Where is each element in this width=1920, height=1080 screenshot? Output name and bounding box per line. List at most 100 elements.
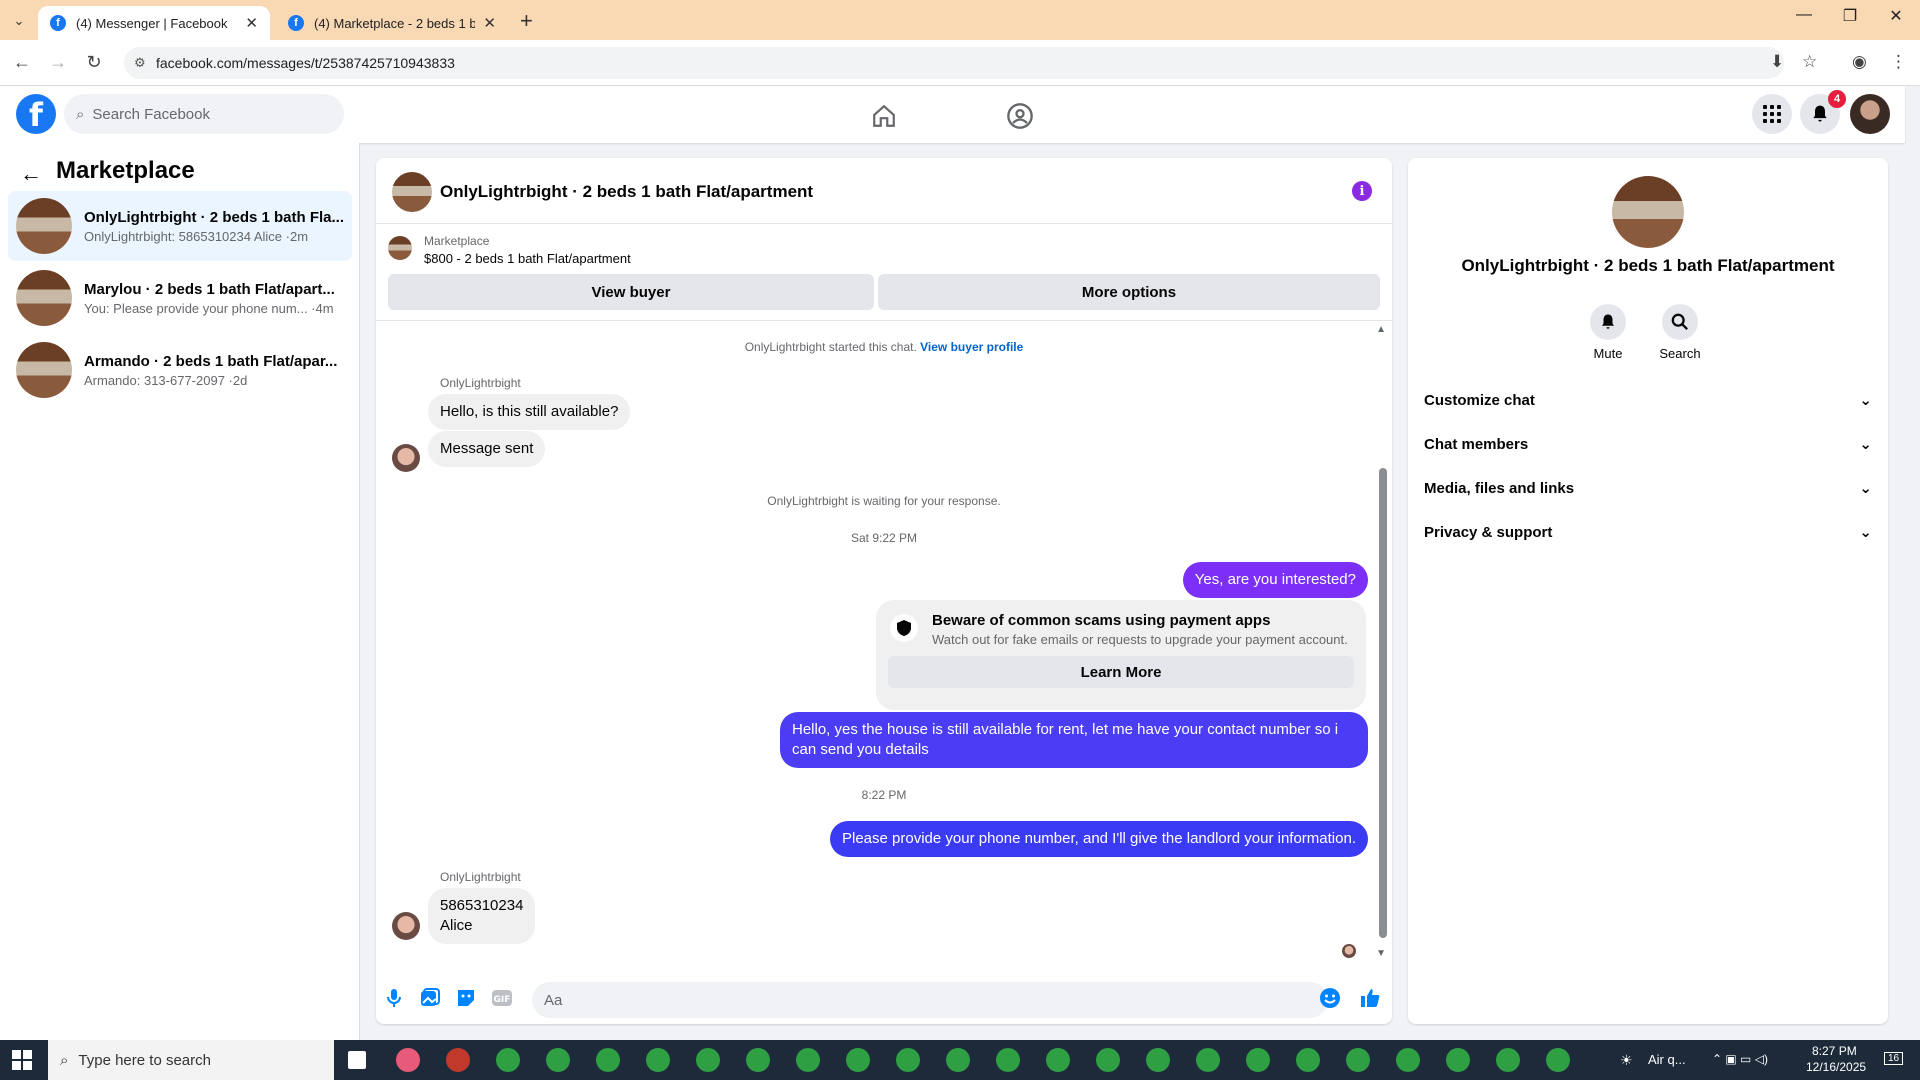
photo-icon[interactable]: [418, 986, 442, 1010]
outgoing-message[interactable]: Yes, are you interested?: [1182, 562, 1368, 598]
chrome-icon[interactable]: [596, 1048, 620, 1072]
incoming-message[interactable]: 5865310234 Alice: [428, 888, 536, 944]
search-action[interactable]: Search: [1650, 304, 1710, 361]
microphone-icon[interactable]: [382, 986, 406, 1010]
tab-marketplace[interactable]: f (4) Marketplace - 2 beds 1 bath ✕: [276, 6, 508, 40]
app-icon[interactable]: [446, 1048, 470, 1072]
tab-messenger[interactable]: f (4) Messenger | Facebook ✕: [38, 6, 270, 40]
emoji-icon[interactable]: [1318, 986, 1342, 1010]
close-window-icon[interactable]: ✕: [1876, 6, 1916, 26]
chrome-icon[interactable]: [1346, 1048, 1370, 1072]
new-tab-icon[interactable]: +: [520, 8, 533, 34]
scroll-down-icon[interactable]: ▼: [1376, 948, 1386, 959]
chrome-icon[interactable]: [546, 1048, 570, 1072]
forward-icon[interactable]: →: [46, 52, 70, 73]
chrome-icon[interactable]: [1496, 1048, 1520, 1072]
incoming-message[interactable]: Message sent: [428, 431, 546, 467]
gif-icon[interactable]: GIF: [490, 986, 514, 1010]
close-tab-icon[interactable]: ✕: [245, 14, 258, 32]
url-field[interactable]: ⚙ facebook.com/messages/t/25387425710943…: [124, 47, 1784, 79]
chrome-icon[interactable]: [696, 1048, 720, 1072]
outgoing-message[interactable]: Please provide your phone number, and I'…: [829, 821, 1368, 857]
media-files-links-section[interactable]: Media, files and links ⌄: [1424, 470, 1872, 506]
weather-icon[interactable]: ☀: [1620, 1052, 1633, 1069]
sender-avatar[interactable]: [392, 912, 420, 940]
taskbar-search-input[interactable]: ⌕ Type here to search: [48, 1040, 334, 1080]
chrome-icon[interactable]: [796, 1048, 820, 1072]
site-info-icon[interactable]: ⚙: [134, 55, 146, 71]
facebook-search-input[interactable]: ⌕ Search Facebook: [64, 94, 344, 134]
chrome-icon[interactable]: [1296, 1048, 1320, 1072]
account-avatar[interactable]: [1850, 94, 1890, 134]
copilot-icon[interactable]: [396, 1048, 420, 1072]
page-title: Marketplace: [56, 157, 195, 184]
groups-icon[interactable]: [1004, 100, 1036, 132]
close-tab-icon[interactable]: ✕: [483, 14, 496, 32]
privacy-support-section[interactable]: Privacy & support ⌄: [1424, 514, 1872, 550]
browser-menu-icon[interactable]: ⋮: [1890, 52, 1907, 72]
back-arrow-icon[interactable]: ←: [20, 161, 42, 187]
conversation-item[interactable]: Armando · 2 beds 1 bath Flat/apar... Arm…: [8, 335, 352, 405]
tab-list-dropdown-icon[interactable]: ⌄: [8, 10, 30, 32]
info-icon[interactable]: i: [1352, 181, 1372, 201]
sender-avatar[interactable]: [392, 444, 420, 472]
chrome-icon[interactable]: [896, 1048, 920, 1072]
chrome-icon[interactable]: [1446, 1048, 1470, 1072]
notification-center-icon[interactable]: 16: [1884, 1052, 1904, 1065]
windows-start-icon[interactable]: [12, 1050, 32, 1070]
install-app-icon[interactable]: ⬇: [1770, 52, 1784, 72]
view-buyer-button[interactable]: View buyer: [388, 274, 874, 310]
scroll-up-icon[interactable]: ▲: [1376, 324, 1386, 335]
chrome-icon[interactable]: [946, 1048, 970, 1072]
mute-action[interactable]: Mute: [1578, 304, 1638, 361]
conversation-item[interactable]: OnlyLightrbight · 2 beds 1 bath Fla... O…: [8, 191, 352, 261]
started-text: OnlyLightrbight started this chat.: [744, 340, 917, 354]
thumbs-up-icon[interactable]: [1358, 986, 1382, 1010]
weather-text[interactable]: Air q...: [1648, 1052, 1686, 1067]
maximize-icon[interactable]: ❐: [1830, 6, 1870, 26]
chrome-icon[interactable]: [846, 1048, 870, 1072]
profile-icon[interactable]: ◉: [1852, 52, 1867, 72]
chrome-icon[interactable]: [1096, 1048, 1120, 1072]
clock-date[interactable]: 12/16/2025: [1806, 1060, 1866, 1074]
search-icon[interactable]: [1662, 304, 1698, 340]
chrome-icon[interactable]: [1046, 1048, 1070, 1072]
outgoing-message[interactable]: Hello, yes the house is still available …: [780, 712, 1368, 768]
message-input[interactable]: Aa: [532, 982, 1328, 1018]
chrome-icon[interactable]: [746, 1048, 770, 1072]
chat-thumbnail[interactable]: [392, 172, 432, 212]
menu-grid-icon[interactable]: [1752, 94, 1792, 134]
listing-price[interactable]: $800 - 2 beds 1 bath Flat/apartment: [424, 251, 631, 266]
home-icon[interactable]: [868, 100, 900, 132]
chat-scrollbar[interactable]: [1379, 468, 1387, 938]
bell-icon[interactable]: [1590, 304, 1626, 340]
chrome-icon[interactable]: [1146, 1048, 1170, 1072]
task-view-icon[interactable]: [348, 1051, 366, 1069]
chat-members-section[interactable]: Chat members ⌄: [1424, 426, 1872, 462]
chrome-icon[interactable]: [1246, 1048, 1270, 1072]
bookmark-star-icon[interactable]: ☆: [1802, 52, 1817, 72]
chrome-icon[interactable]: [996, 1048, 1020, 1072]
clock-time[interactable]: 8:27 PM: [1812, 1044, 1857, 1058]
learn-more-button[interactable]: Learn More: [888, 656, 1354, 688]
facebook-logo-icon[interactable]: f: [16, 94, 56, 134]
view-buyer-profile-link[interactable]: View buyer profile: [920, 340, 1023, 354]
conversation-item[interactable]: Marylou · 2 beds 1 bath Flat/apart... Yo…: [8, 263, 352, 333]
system-tray-icons[interactable]: ⌃ ▣ ▭ ◁): [1712, 1052, 1768, 1066]
notifications-bell-icon[interactable]: 4: [1800, 90, 1846, 134]
back-icon[interactable]: ←: [10, 52, 34, 73]
chrome-icon[interactable]: [1196, 1048, 1220, 1072]
chrome-icon[interactable]: [646, 1048, 670, 1072]
minimize-icon[interactable]: —: [1784, 6, 1824, 24]
chrome-icon[interactable]: [1546, 1048, 1570, 1072]
sticker-icon[interactable]: [454, 986, 478, 1010]
reload-icon[interactable]: ↻: [82, 52, 106, 73]
url-text: facebook.com/messages/t/2538742571094383…: [156, 55, 455, 71]
listing-photo[interactable]: [1612, 176, 1684, 248]
chrome-icon[interactable]: [1396, 1048, 1420, 1072]
more-options-button[interactable]: More options: [878, 274, 1380, 310]
chat-title[interactable]: OnlyLightrbight · 2 beds 1 bath Flat/apa…: [440, 182, 813, 202]
chrome-icon[interactable]: [496, 1048, 520, 1072]
incoming-message[interactable]: Hello, is this still available?: [428, 394, 631, 430]
customize-chat-section[interactable]: Customize chat ⌄: [1424, 382, 1872, 418]
